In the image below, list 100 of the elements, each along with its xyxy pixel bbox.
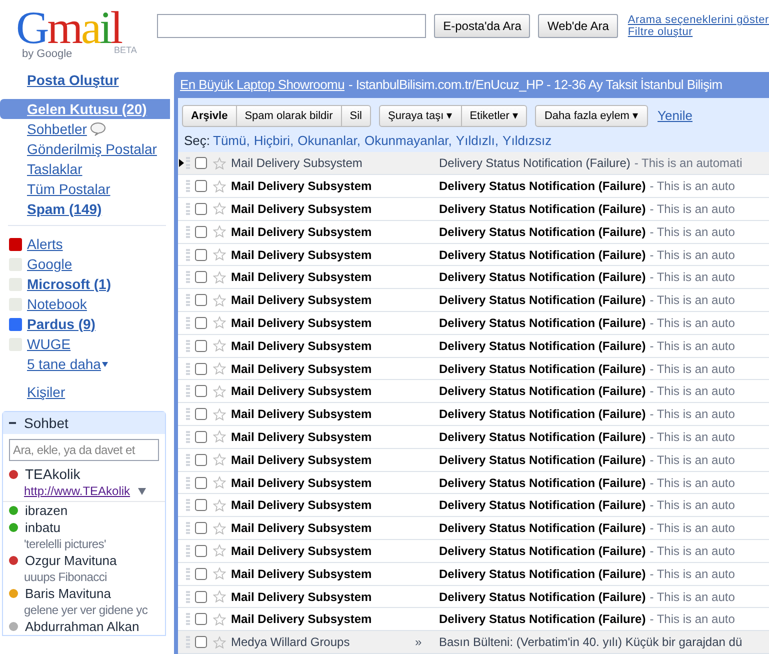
star-icon[interactable] — [213, 316, 226, 330]
checkbox[interactable] — [195, 544, 207, 557]
label-link[interactable]: Alerts — [27, 234, 63, 254]
drag-handle-icon[interactable] — [186, 430, 190, 443]
star-icon[interactable] — [213, 294, 226, 307]
checkbox[interactable] — [195, 476, 207, 489]
drag-handle-icon[interactable] — [186, 476, 190, 489]
contact-name[interactable]: Abdurrahman Alkan — [25, 616, 140, 636]
email-row[interactable]: Mail Delivery Subsystem Delivery Status Notification (Failure) - This is an automati — [178, 152, 769, 176]
select-option-link[interactable]: Tümü, — [213, 131, 250, 151]
checkbox[interactable] — [195, 385, 207, 398]
star-icon[interactable] — [213, 612, 226, 626]
checkbox[interactable] — [195, 430, 207, 443]
toolbar-button[interactable]: Arşivle — [182, 104, 237, 127]
drag-handle-icon[interactable] — [186, 408, 190, 420]
contact-name[interactable]: Baris Mavituna — [25, 584, 111, 604]
drag-handle-icon[interactable] — [186, 454, 190, 466]
label-link[interactable]: WUGE — [27, 334, 71, 354]
drag-handle-icon[interactable] — [186, 226, 190, 238]
star-icon[interactable] — [213, 476, 226, 490]
checkbox[interactable] — [195, 408, 207, 420]
star-icon[interactable] — [213, 248, 226, 262]
star-icon[interactable] — [213, 544, 226, 558]
label-link[interactable]: Notebook — [27, 294, 87, 314]
drag-handle-icon[interactable] — [186, 180, 190, 192]
star-icon[interactable] — [213, 202, 226, 216]
chat-search-field[interactable]: Ara, ekle, ya da davet et — [9, 439, 159, 461]
checkbox[interactable] — [195, 316, 207, 329]
drag-handle-icon[interactable] — [186, 202, 190, 215]
checkbox[interactable] — [195, 340, 207, 352]
label-link[interactable]: Pardus (9) — [27, 314, 96, 334]
drag-handle-icon[interactable] — [186, 316, 190, 329]
nav-link[interactable]: Tüm Postalar — [27, 178, 110, 200]
search-link[interactable]: Arama seçeneklerini göster — [628, 14, 769, 26]
search-link[interactable]: Filtre oluştur — [628, 26, 769, 38]
nav-link[interactable]: Gönderilmiş Postalar — [27, 138, 157, 160]
drag-handle-icon[interactable] — [186, 271, 190, 284]
contact-name[interactable]: Ozgur Mavituna — [25, 550, 117, 570]
search-field[interactable] — [156, 14, 426, 38]
drag-handle-icon[interactable] — [186, 362, 190, 375]
drag-handle-icon[interactable] — [186, 385, 190, 398]
checkbox[interactable] — [195, 362, 207, 375]
drag-handle-icon[interactable] — [186, 340, 190, 352]
email-row[interactable]: Mail Delivery Subsystem Delivery Status Notification (Failure) - This is an auto — [178, 472, 769, 494]
select-option-link[interactable]: Okunmayanlar, — [364, 131, 452, 151]
toolbar-button[interactable]: Şuraya taşı ▾ — [378, 104, 462, 127]
star-icon[interactable] — [213, 270, 226, 284]
checkbox[interactable] — [195, 454, 207, 466]
email-row[interactable]: Mail Delivery Subsystem Delivery Status Notification (Failure) - This is an auto — [178, 586, 769, 608]
select-option-link[interactable]: Yıldızlı, — [456, 131, 499, 151]
checkbox[interactable] — [195, 613, 207, 626]
select-option-link[interactable]: Yıldızsız — [502, 131, 552, 151]
toolbar-button[interactable]: Daha fazla eylem ▾ — [535, 104, 648, 127]
drag-handle-icon[interactable] — [186, 613, 190, 626]
star-icon[interactable] — [213, 156, 226, 170]
toolbar-button[interactable]: Spam olarak bildir — [236, 104, 342, 127]
checkbox[interactable] — [195, 294, 207, 306]
star-icon[interactable] — [213, 339, 226, 352]
drag-handle-icon[interactable] — [186, 294, 190, 306]
drag-handle-icon[interactable] — [186, 544, 190, 557]
checkbox[interactable] — [195, 248, 207, 261]
checkbox[interactable] — [195, 157, 207, 170]
star-icon[interactable] — [213, 498, 226, 512]
toolbar-button[interactable]: Sil — [342, 104, 371, 127]
checkbox[interactable] — [195, 226, 207, 238]
checkbox[interactable] — [195, 202, 207, 215]
search-button[interactable]: Web'de Ara — [538, 14, 618, 38]
label-link[interactable]: Microsoft (1) — [27, 274, 111, 294]
star-icon[interactable] — [213, 430, 226, 444]
star-icon[interactable] — [213, 384, 226, 398]
status-message-link[interactable]: http://www.TEAkolik — [24, 482, 130, 500]
contact-name[interactable]: ibrazen — [25, 500, 68, 520]
star-icon[interactable] — [213, 567, 226, 580]
checkbox[interactable] — [195, 636, 207, 648]
refresh-link[interactable]: Yenile — [658, 106, 692, 126]
contact-name[interactable]: inbatu — [25, 518, 60, 538]
star-icon[interactable] — [213, 408, 226, 421]
drag-handle-icon[interactable] — [186, 499, 190, 512]
checkbox[interactable] — [195, 590, 207, 602]
drag-handle-icon[interactable] — [186, 248, 190, 261]
star-icon[interactable] — [213, 636, 226, 649]
compose-link[interactable]: Posta Oluştur — [27, 70, 119, 91]
nav-link[interactable]: Spam (149) — [27, 198, 102, 220]
star-icon[interactable] — [213, 362, 226, 376]
checkbox[interactable] — [195, 180, 207, 192]
star-icon[interactable] — [213, 590, 226, 603]
star-icon[interactable] — [213, 522, 226, 535]
drag-handle-icon[interactable] — [186, 568, 190, 580]
toolbar-button[interactable]: Etiketler ▾ — [462, 104, 528, 127]
drag-handle-icon[interactable] — [186, 522, 190, 534]
nav-link[interactable]: Sohbetler — [27, 118, 87, 140]
nav-link[interactable]: Taslaklar — [27, 158, 82, 180]
more-labels-link[interactable]: 5 tane daha — [27, 354, 108, 374]
dropdown-arrow-icon[interactable] — [138, 488, 146, 494]
star-icon[interactable] — [213, 225, 226, 238]
checkbox[interactable] — [195, 499, 207, 512]
label-link[interactable]: Google — [27, 254, 72, 274]
checkbox[interactable] — [195, 522, 207, 534]
select-option-link[interactable]: Okunanlar, — [298, 131, 360, 151]
star-icon[interactable] — [213, 180, 226, 193]
